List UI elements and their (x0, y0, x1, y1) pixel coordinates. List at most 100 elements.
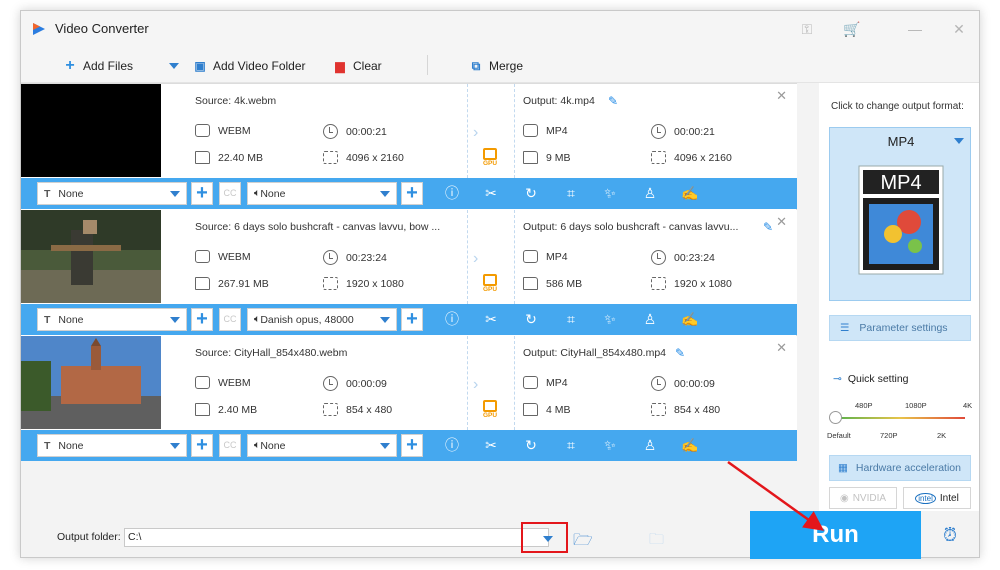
list-item[interactable]: Source: 4k.webm Output: 4k.mp4 ✎ ✕ WEBM … (21, 84, 797, 210)
nvidia-option[interactable]: ◉ NVIDIA (829, 487, 897, 509)
edit-icon[interactable]: ✎ (608, 94, 618, 108)
cc-icon[interactable]: CC (219, 308, 241, 331)
toolbar-divider (427, 55, 428, 75)
edit-icon[interactable]: ✎ (675, 346, 685, 360)
format-icon (195, 376, 210, 389)
rotate-icon[interactable]: ↻ (522, 310, 540, 328)
subtitle-select[interactable]: T None (37, 308, 187, 331)
quality-slider-track[interactable] (835, 417, 965, 419)
audio-track-select[interactable]: 🔈︎ None (247, 434, 397, 457)
edit-subtitle-icon[interactable]: ✍ (681, 310, 699, 328)
add-files-dropdown[interactable] (169, 57, 179, 75)
alarm-clock-icon[interactable]: ⏰︎ (943, 525, 957, 546)
parameter-settings-button[interactable]: ☰ Parameter settings (829, 315, 971, 341)
close-window-button[interactable]: ✕ (951, 21, 967, 37)
edit-subtitle-icon[interactable]: ✍ (681, 436, 699, 454)
list-item[interactable]: Source: 6 days solo bushcraft - canvas l… (21, 210, 797, 336)
plus-icon: + (65, 57, 75, 74)
src-duration: 00:00:21 (346, 125, 387, 138)
src-duration: 00:23:24 (346, 251, 387, 264)
add-files-button[interactable]: + Add Files (63, 57, 133, 75)
cart-icon[interactable]: 🛒 (843, 21, 860, 37)
src-resolution: 854 x 480 (346, 403, 393, 416)
audio-track-select[interactable]: 🔈︎ None (247, 182, 397, 205)
audio-value: Danish opus, 48000 (260, 313, 354, 326)
app-window: Video Converter ⚿ 🛒 — ✕ + Add Files ▣ Ad… (20, 10, 980, 559)
subtitle-select[interactable]: T None (37, 182, 187, 205)
audio-value: None (260, 187, 286, 200)
subtitle-value: None (58, 313, 84, 326)
subtitle-select[interactable]: T None (37, 434, 187, 457)
remove-item-icon[interactable]: ✕ (776, 214, 787, 230)
cut-icon[interactable]: ✂ (482, 310, 500, 328)
chevron-down-icon (954, 138, 964, 144)
info-icon[interactable]: ⓘ (443, 184, 461, 202)
intel-label: Intel (939, 492, 959, 504)
out-format: MP4 (546, 250, 568, 263)
cc-icon[interactable]: CC (219, 182, 241, 205)
audio-track-select[interactable]: 🔈︎ Danish opus, 48000 (247, 308, 397, 331)
watermark-stamp-icon[interactable]: ♙ (641, 184, 659, 202)
add-subtitle-button[interactable]: + (191, 308, 213, 331)
remove-item-icon[interactable]: ✕ (776, 340, 787, 356)
add-audio-button[interactable]: + (401, 308, 423, 331)
format-icon (195, 124, 210, 137)
merge-button[interactable]: ⧉ Merge (469, 57, 523, 75)
video-thumbnail (21, 84, 161, 177)
resolution-icon (651, 277, 666, 290)
info-icon[interactable]: ⓘ (443, 436, 461, 454)
quality-720p: 720P (880, 431, 898, 440)
quick-setting-icon: ⊸ (833, 373, 842, 385)
chevron-down-icon (543, 536, 553, 542)
clock-icon (323, 124, 338, 139)
source-name: Source: 6 days solo bushcraft - canvas l… (195, 221, 441, 233)
src-size: 22.40 MB (218, 151, 263, 164)
add-audio-button[interactable]: + (401, 434, 423, 457)
arrow-right-icon: › (473, 124, 479, 141)
watermark-stamp-icon[interactable]: ♙ (641, 436, 659, 454)
cut-icon[interactable]: ✂ (482, 436, 500, 454)
rotate-icon[interactable]: ↻ (522, 184, 540, 202)
effects-wand-icon[interactable]: ✨︎ (601, 184, 619, 202)
chevron-down-icon (169, 63, 179, 69)
watermark-stamp-icon[interactable]: ♙ (641, 310, 659, 328)
out-resolution: 854 x 480 (674, 403, 721, 416)
add-subtitle-button[interactable]: + (191, 434, 213, 457)
run-button[interactable]: Run (750, 511, 921, 559)
output-folder-dropdown[interactable] (521, 522, 568, 553)
intel-option[interactable]: intel Intel (903, 487, 971, 509)
add-subtitle-button[interactable]: + (191, 182, 213, 205)
list-item[interactable]: Source: CityHall_854x480.webm Output: Ci… (21, 336, 797, 462)
src-resolution: 4096 x 2160 (346, 151, 404, 164)
file-info: Source: 4k.webm Output: 4k.mp4 ✎ ✕ WEBM … (161, 84, 797, 178)
edit-subtitle-icon[interactable]: ✍ (681, 184, 699, 202)
gpu-icon: GPU (481, 400, 499, 422)
output-folder-field[interactable]: C:\ (124, 528, 549, 547)
browse-folder-icon[interactable]: 🗀 (649, 529, 664, 554)
add-video-folder-button[interactable]: ▣ Add Video Folder (193, 57, 305, 75)
effects-wand-icon[interactable]: ✨︎ (601, 436, 619, 454)
edit-icon[interactable]: ✎ (763, 220, 773, 234)
cut-icon[interactable]: ✂ (482, 184, 500, 202)
file-list: Source: 4k.webm Output: 4k.mp4 ✎ ✕ WEBM … (21, 83, 797, 462)
out-size: 586 MB (546, 277, 583, 290)
info-icon[interactable]: ⓘ (443, 310, 461, 328)
output-format-selector[interactable]: MP4 MP4 (829, 127, 971, 301)
hardware-acceleration-button[interactable]: ▦ Hardware acceleration (829, 455, 971, 481)
effects-wand-icon[interactable]: ✨︎ (601, 310, 619, 328)
src-size: 2.40 MB (218, 403, 258, 416)
open-folder-icon[interactable]: 🗁 (573, 529, 593, 556)
crop-icon[interactable]: ⌗ (562, 436, 580, 454)
out-resolution: 4096 x 2160 (674, 151, 732, 164)
clear-button[interactable]: ▆ Clear (333, 57, 381, 75)
crop-icon[interactable]: ⌗ (562, 184, 580, 202)
quality-slider-handle[interactable] (829, 411, 842, 424)
crop-icon[interactable]: ⌗ (562, 310, 580, 328)
rotate-icon[interactable]: ↻ (522, 436, 540, 454)
trash-icon: ▆ (335, 59, 345, 73)
minimize-button[interactable]: — (907, 21, 923, 37)
remove-item-icon[interactable]: ✕ (776, 88, 787, 104)
add-audio-button[interactable]: + (401, 182, 423, 205)
cc-icon[interactable]: CC (219, 434, 241, 457)
key-icon[interactable]: ⚿ (799, 21, 815, 37)
